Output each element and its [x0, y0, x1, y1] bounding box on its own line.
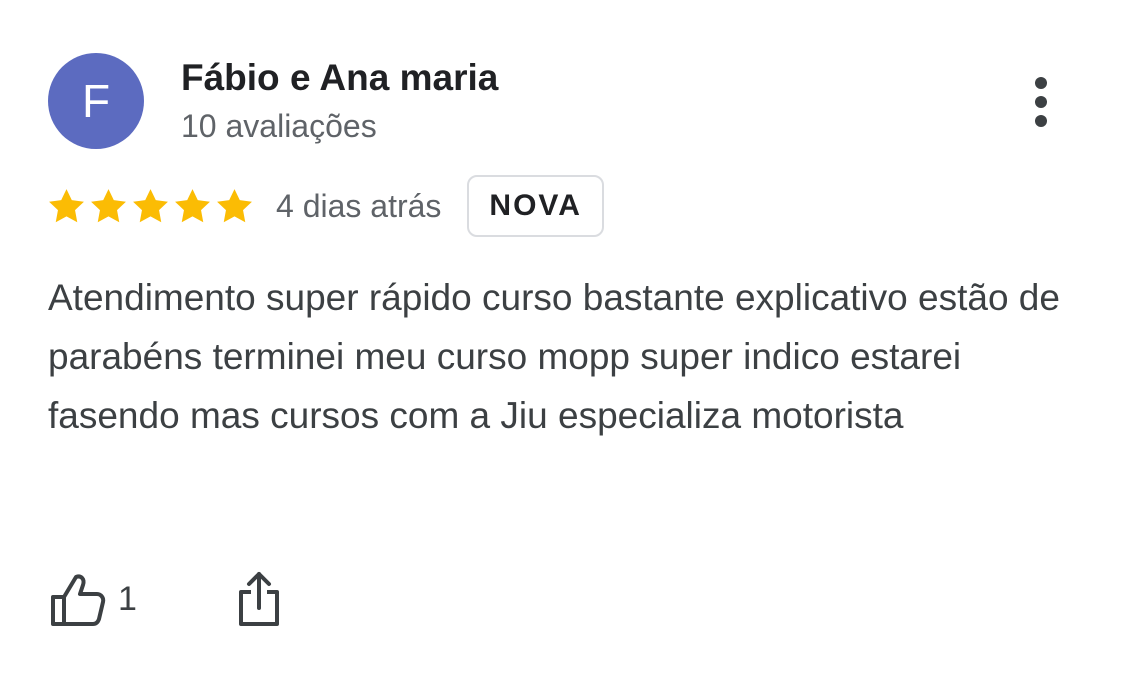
star-rating — [46, 186, 255, 227]
new-badge: NOVA — [467, 175, 604, 237]
review-actions: 1 — [48, 566, 281, 632]
review-text: Atendimento super rápido curso bastante … — [48, 277, 1060, 436]
more-vert-icon — [1035, 77, 1047, 89]
more-vert-icon-dot — [1035, 115, 1047, 127]
author-review-count: 10 avaliações — [181, 108, 377, 144]
like-button[interactable]: 1 — [48, 571, 137, 627]
star-icon — [91, 188, 126, 222]
author-name[interactable]: Fábio e Ana maria — [181, 56, 498, 100]
share-button[interactable] — [237, 570, 281, 628]
avatar-letter: F — [81, 75, 111, 127]
like-count: 1 — [118, 579, 137, 618]
rating-row: 4 dias atrás NOVA — [46, 174, 604, 238]
more-vert-icon-dot — [1035, 96, 1047, 108]
star-icon — [175, 188, 210, 222]
more-options-button[interactable] — [1016, 70, 1066, 134]
avatar[interactable]: F — [48, 53, 144, 149]
star-icon — [49, 188, 84, 222]
star-icon — [217, 188, 252, 222]
thumb-up-icon — [51, 574, 106, 626]
share-icon — [238, 572, 279, 626]
star-icon — [133, 188, 168, 222]
review-date: 4 dias atrás — [276, 187, 442, 224]
